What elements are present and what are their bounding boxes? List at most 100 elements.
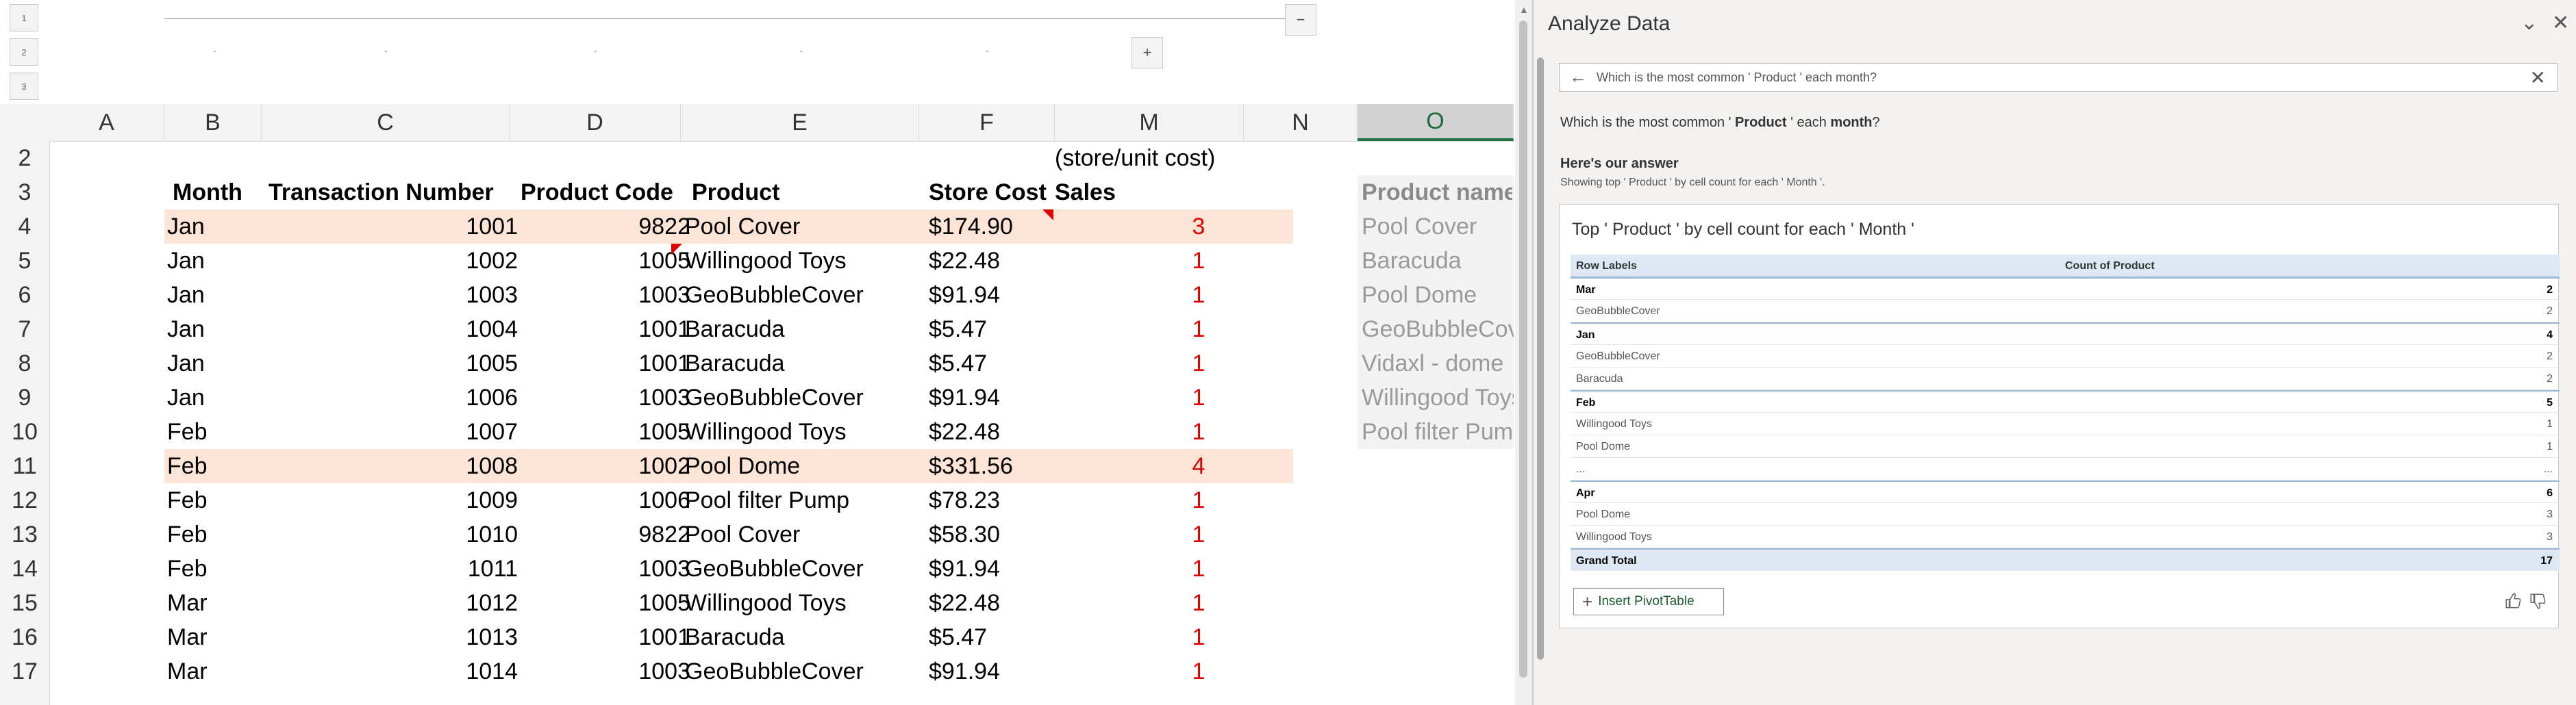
- column-header-m[interactable]: M: [1055, 104, 1244, 141]
- cell-sales[interactable]: 1: [1130, 483, 1267, 517]
- spreadsheet-area[interactable]: 1 2 3 − + A B C D E F M N O 2 3 4 5 6 7 8 9 10 11…: [0, 0, 1514, 705]
- question-search-box[interactable]: ← Which is the most common ' Product ' e…: [1559, 63, 2558, 92]
- cell-store-cost[interactable]: $5.47: [929, 620, 1100, 654]
- cell-transaction-number[interactable]: 1001: [268, 209, 518, 244]
- row-header[interactable]: 6: [0, 278, 49, 312]
- scrollbar-thumb[interactable]: [1519, 21, 1527, 678]
- cell-store-cost[interactable]: $174.90: [929, 209, 1100, 244]
- cell-month[interactable]: Jan: [167, 278, 263, 312]
- cell-product-code[interactable]: 1003: [521, 654, 690, 689]
- cell-sales[interactable]: 1: [1130, 312, 1267, 346]
- cell-store-cost[interactable]: $91.94: [929, 552, 1100, 586]
- column-header-n[interactable]: N: [1244, 104, 1358, 141]
- cell-product-name[interactable]: Pool Dome: [1362, 278, 1514, 312]
- cell-month[interactable]: Jan: [167, 244, 263, 278]
- cell-transaction-number[interactable]: 1005: [268, 346, 518, 381]
- cell-product[interactable]: Pool Dome: [685, 449, 911, 483]
- cell-store-cost[interactable]: $91.94: [929, 381, 1100, 415]
- cell-month[interactable]: Jan: [167, 381, 263, 415]
- row-header[interactable]: 10: [0, 415, 49, 449]
- cell-store-cost[interactable]: $58.30: [929, 517, 1100, 552]
- cell-product[interactable]: Baracuda: [685, 620, 911, 654]
- collapse-group-button[interactable]: −: [1285, 4, 1316, 36]
- cell-sales[interactable]: 1: [1130, 552, 1267, 586]
- thumbs-up-icon[interactable]: [2505, 592, 2523, 610]
- row-header[interactable]: 7: [0, 312, 49, 346]
- cell-m2-header[interactable]: (store/unit cost): [1055, 141, 1253, 175]
- cell-sales[interactable]: 1: [1130, 381, 1267, 415]
- header-product[interactable]: Product: [692, 175, 925, 209]
- cell-store-cost[interactable]: $22.48: [929, 244, 1100, 278]
- cell-transaction-number[interactable]: 1006: [268, 381, 518, 415]
- cell-product[interactable]: GeoBubbleCover: [685, 552, 911, 586]
- cell-store-cost[interactable]: $331.56: [929, 449, 1100, 483]
- outline-level-1-button[interactable]: 1: [10, 4, 38, 31]
- column-header-d[interactable]: D: [510, 104, 681, 141]
- row-header[interactable]: 12: [0, 483, 49, 517]
- row-header[interactable]: 8: [0, 346, 49, 381]
- row-header[interactable]: 14: [0, 552, 49, 586]
- header-month[interactable]: Month: [173, 175, 268, 209]
- cell-transaction-number[interactable]: 1009: [268, 483, 518, 517]
- cell-sales[interactable]: 1: [1130, 517, 1267, 552]
- cell-product-name[interactable]: GeoBubbleCover: [1362, 312, 1514, 346]
- cell-store-cost[interactable]: $78.23: [929, 483, 1100, 517]
- cell-product-name[interactable]: Vidaxl - dome: [1362, 346, 1514, 381]
- sheet-vertical-scrollbar[interactable]: ▲: [1515, 0, 1531, 705]
- cell-product-name[interactable]: Pool Cover: [1362, 209, 1514, 244]
- cell-product[interactable]: Pool filter Pump: [685, 483, 911, 517]
- cell-sales[interactable]: 1: [1130, 346, 1267, 381]
- header-product-name[interactable]: Product name: [1362, 175, 1512, 209]
- cell-product-code[interactable]: 1001: [521, 312, 690, 346]
- cell-store-cost[interactable]: $91.94: [929, 654, 1100, 689]
- cell-transaction-number[interactable]: 1014: [268, 654, 518, 689]
- cell-month[interactable]: Feb: [167, 483, 263, 517]
- cell-product-code[interactable]: 1003: [521, 278, 690, 312]
- cell-product-code[interactable]: 1003: [521, 381, 690, 415]
- cell-sales[interactable]: 1: [1130, 586, 1267, 620]
- cell-product-name[interactable]: Willingood Toys: [1362, 381, 1514, 415]
- cell-transaction-number[interactable]: 1011: [268, 552, 518, 586]
- column-header-c[interactable]: C: [262, 104, 510, 141]
- cell-month[interactable]: Mar: [167, 620, 263, 654]
- cell-product-name[interactable]: Baracuda: [1362, 244, 1514, 278]
- clear-search-icon[interactable]: ✕: [2530, 66, 2546, 89]
- cell-product[interactable]: GeoBubbleCover: [685, 278, 911, 312]
- column-header-e[interactable]: E: [681, 104, 919, 141]
- pane-scrollbar-thumb[interactable]: [1537, 57, 1544, 660]
- outline-level-2-button[interactable]: 2: [10, 38, 38, 66]
- cell-month[interactable]: Feb: [167, 449, 263, 483]
- row-header[interactable]: 5: [0, 244, 49, 278]
- search-input[interactable]: Which is the most common ' Product ' eac…: [1597, 70, 1877, 85]
- close-icon[interactable]: ✕: [2552, 11, 2569, 35]
- cell-transaction-number[interactable]: 1013: [268, 620, 518, 654]
- row-header[interactable]: 17: [0, 654, 49, 689]
- cell-transaction-number[interactable]: 1002: [268, 244, 518, 278]
- cell-store-cost[interactable]: $5.47: [929, 346, 1100, 381]
- header-sales[interactable]: Sales: [1055, 175, 1164, 209]
- cell-product-name[interactable]: Pool filter Pump: [1362, 415, 1514, 449]
- cell-month[interactable]: Feb: [167, 517, 263, 552]
- cell-month[interactable]: Mar: [167, 654, 263, 689]
- pane-scrollbar[interactable]: [1536, 48, 1545, 678]
- cell-month[interactable]: Feb: [167, 552, 263, 586]
- cell-transaction-number[interactable]: 1004: [268, 312, 518, 346]
- cell-sales[interactable]: 4: [1130, 449, 1267, 483]
- cell-month[interactable]: Jan: [167, 209, 263, 244]
- cell-month[interactable]: Jan: [167, 312, 263, 346]
- cell-product-code[interactable]: 1006: [521, 483, 690, 517]
- cell-transaction-number[interactable]: 1010: [268, 517, 518, 552]
- cell-product-code[interactable]: 1005: [521, 586, 690, 620]
- row-header[interactable]: 4: [0, 209, 49, 244]
- cell-store-cost[interactable]: $91.94: [929, 278, 1100, 312]
- column-header-o[interactable]: O: [1358, 104, 1514, 141]
- cell-product[interactable]: Pool Cover: [685, 517, 911, 552]
- cell-month[interactable]: Jan: [167, 346, 263, 381]
- header-transaction-number[interactable]: Transaction Number: [268, 175, 515, 209]
- cell-sales[interactable]: 1: [1130, 654, 1267, 689]
- cell-product[interactable]: Baracuda: [685, 346, 911, 381]
- cell-sales[interactable]: 3: [1130, 209, 1267, 244]
- cell-product-code[interactable]: 9822: [521, 517, 690, 552]
- cell-product[interactable]: Pool Cover: [685, 209, 911, 244]
- column-header-a[interactable]: A: [49, 104, 164, 141]
